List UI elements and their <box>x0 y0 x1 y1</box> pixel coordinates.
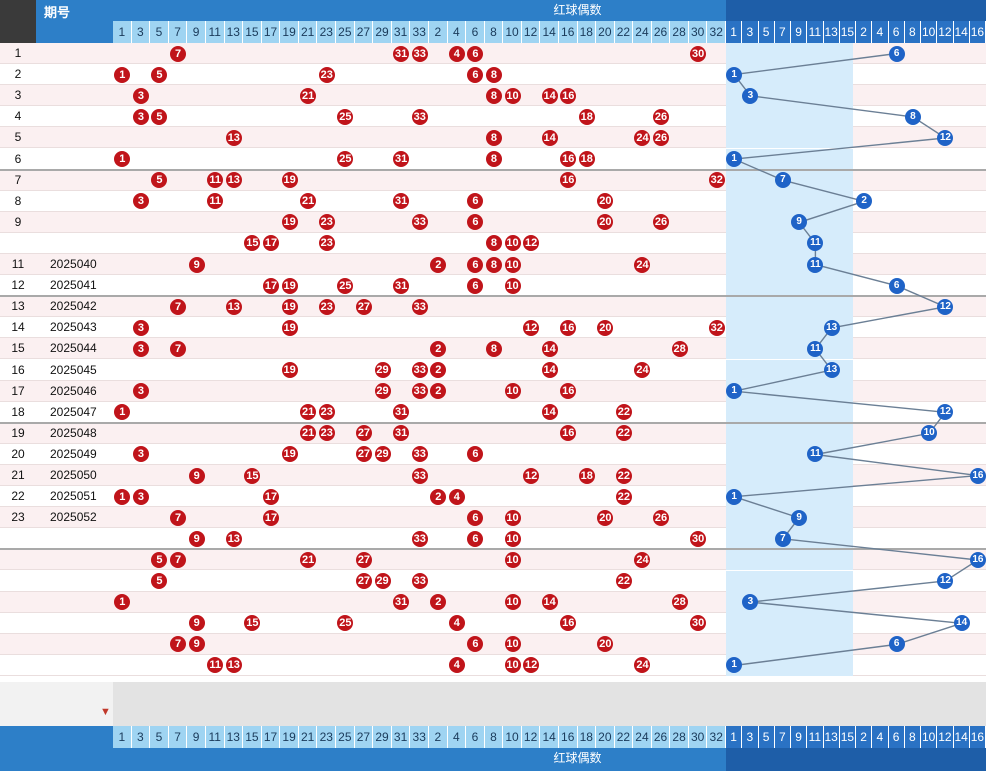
blue-ball: 8 <box>904 108 921 125</box>
blue-ball: 6 <box>888 277 905 294</box>
blue-ball: 1 <box>726 66 743 83</box>
blue-ball: 13 <box>823 319 840 336</box>
blue-ball: 11 <box>807 256 824 273</box>
blue-ball: 9 <box>791 509 808 526</box>
blue-ball: 1 <box>726 488 743 505</box>
blue-ball-trend-line <box>731 52 980 667</box>
trend-chart: { "header": { "period_label": "期号", "red… <box>0 0 986 771</box>
blue-ball: 16 <box>969 467 986 484</box>
blue-ball: 7 <box>774 172 791 189</box>
blue-ball: 6 <box>888 636 905 653</box>
blue-ball: 16 <box>969 551 986 568</box>
blue-ball: 6 <box>888 45 905 62</box>
blue-ball: 7 <box>774 530 791 547</box>
blue-ball: 14 <box>953 615 970 632</box>
blue-ball: 13 <box>823 362 840 379</box>
